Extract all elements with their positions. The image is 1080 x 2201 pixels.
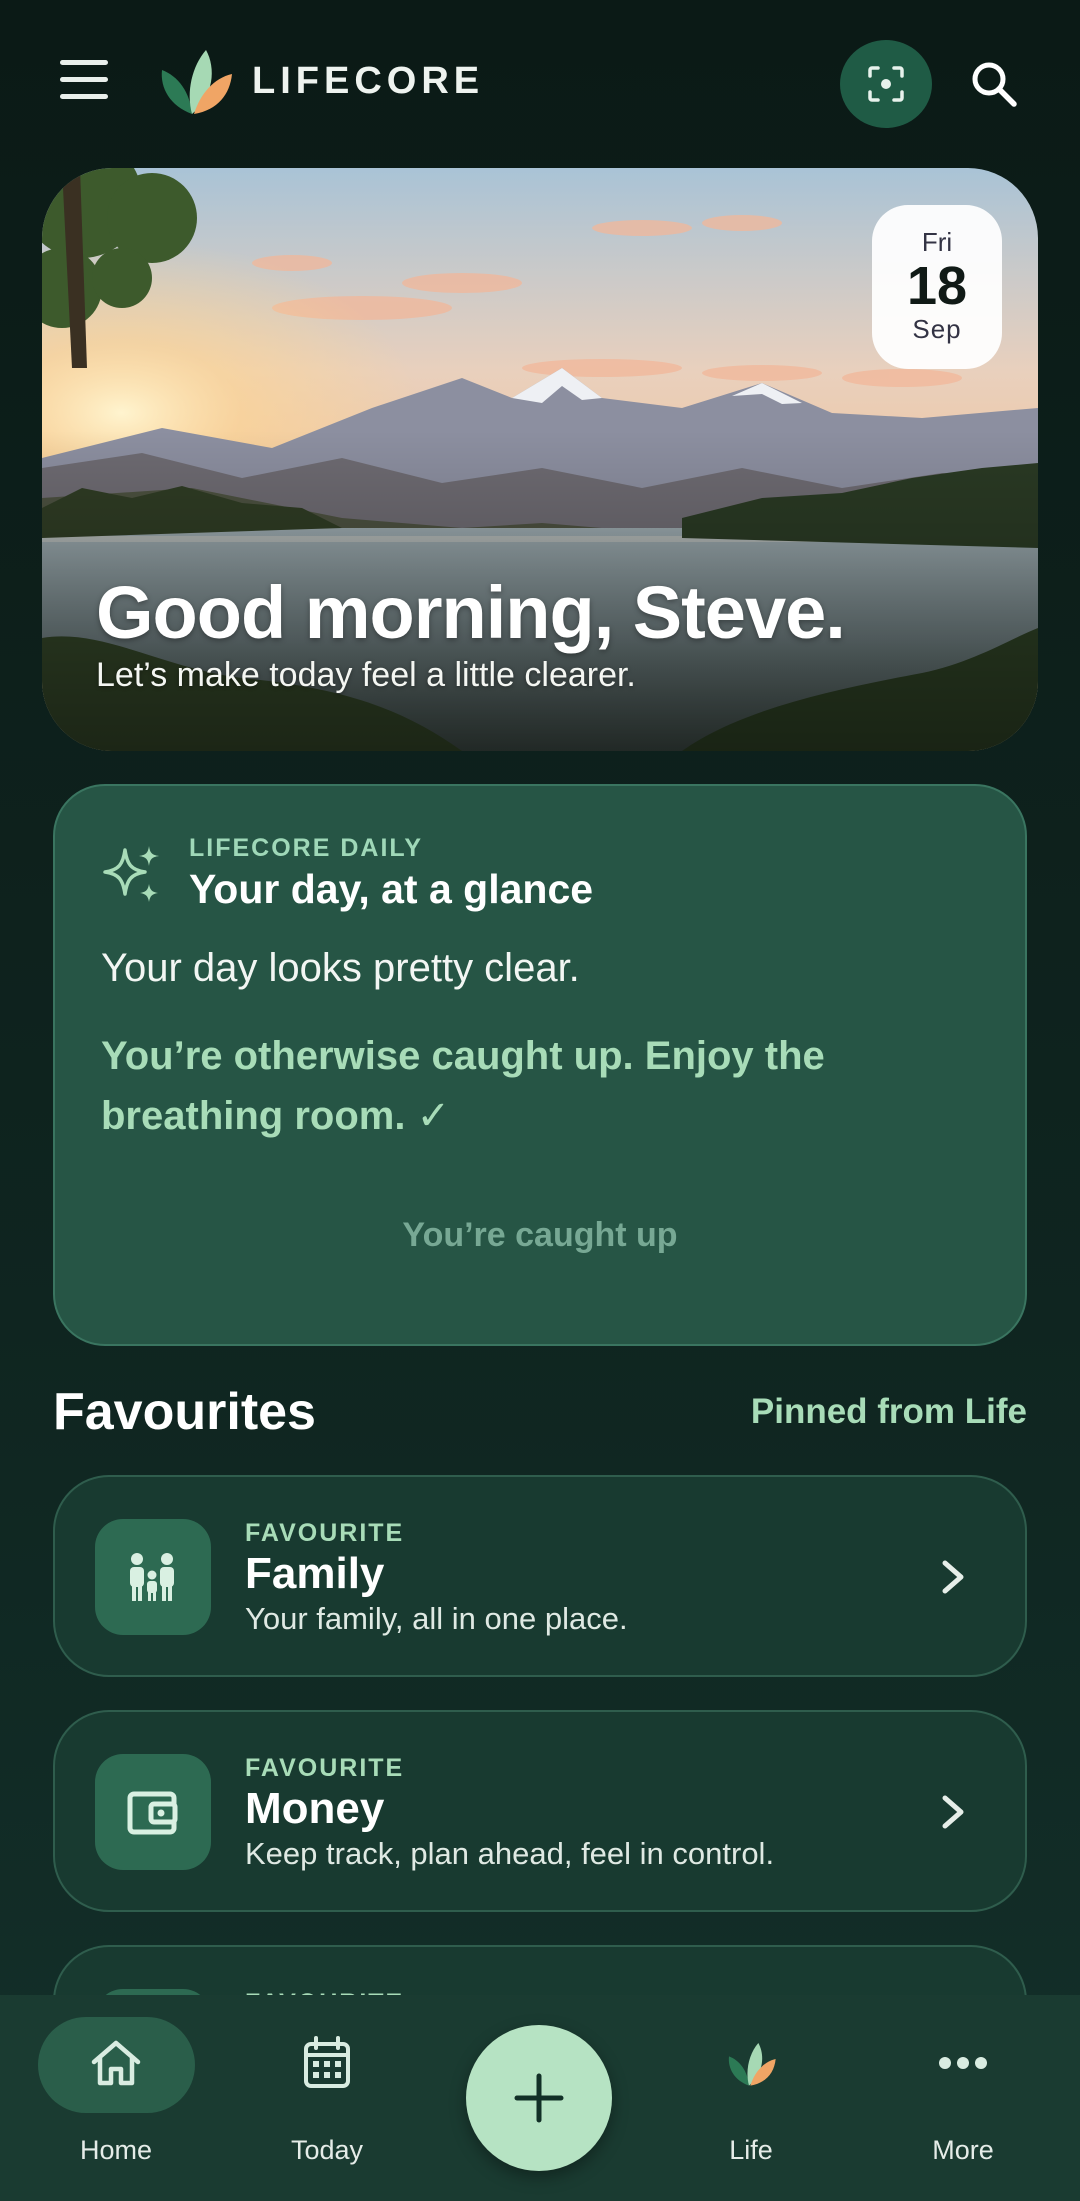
- calendar-icon: [297, 2033, 357, 2093]
- plus-icon: [514, 2073, 564, 2123]
- date-badge: Fri 18 Sep: [872, 205, 1002, 369]
- top-app-bar: LIFECORE: [0, 0, 1080, 168]
- home-icon: [86, 2033, 146, 2093]
- favourite-kicker: FAVOURITE: [245, 1754, 405, 1782]
- date-day: 18: [906, 256, 968, 316]
- nav-today[interactable]: Today: [222, 1995, 432, 2201]
- nav-today-label: Today: [290, 2135, 364, 2165]
- search-button[interactable]: [960, 50, 1028, 118]
- scan-icon: [868, 66, 904, 102]
- daily-title: Your day, at a glance: [189, 866, 594, 912]
- nav-home-label: Home: [79, 2135, 153, 2165]
- more-dots-icon: [933, 2033, 993, 2093]
- greeting-subtitle: Let’s make today feel a little clearer.: [96, 656, 636, 694]
- search-icon: [972, 62, 1017, 107]
- lifecore-logo-icon: [156, 44, 234, 116]
- favourite-kicker: FAVOURITE: [245, 1519, 405, 1547]
- nav-home[interactable]: Home: [11, 1995, 221, 2201]
- family-icon: [95, 1519, 211, 1635]
- favourite-description: Keep track, plan ahead, feel in control.: [245, 1836, 775, 1871]
- scan-button[interactable]: [840, 40, 932, 128]
- favourites-heading: Favourites: [53, 1383, 316, 1441]
- chevron-right-icon: [942, 1795, 964, 1829]
- brand-name: LIFECORE: [252, 60, 485, 102]
- pinned-from-life-link[interactable]: Pinned from Life: [751, 1392, 1027, 1432]
- nav-life-label: Life: [729, 2135, 773, 2165]
- leaf-logo-icon: [721, 2033, 781, 2093]
- date-month: Sep: [912, 314, 962, 344]
- favourite-description: Your family, all in one place.: [245, 1601, 628, 1636]
- favourite-card-family[interactable]: FAVOURITE Family Your family, all in one…: [53, 1475, 1027, 1677]
- wallet-icon: [95, 1754, 211, 1870]
- daily-kicker: LIFECORE DAILY: [189, 834, 424, 862]
- nav-more-label: More: [932, 2135, 994, 2165]
- daily-caughtup-text: You’re otherwise caught up. Enjoy the br…: [101, 1034, 825, 1138]
- nav-life[interactable]: Life: [646, 1995, 856, 2201]
- favourite-name: Money: [245, 1784, 385, 1833]
- date-day-of-week: Fri: [921, 227, 953, 257]
- daily-summary-card[interactable]: LIFECORE DAILY Your day, at a glance You…: [53, 784, 1027, 1346]
- favourite-name: Family: [245, 1549, 385, 1598]
- favourite-card-money[interactable]: FAVOURITE Money Keep track, plan ahead, …: [53, 1710, 1027, 1912]
- nav-more[interactable]: More: [858, 1995, 1068, 2201]
- add-button[interactable]: [466, 2025, 612, 2171]
- chevron-right-icon: [942, 1560, 964, 1594]
- hamburger-menu-button[interactable]: [52, 60, 118, 110]
- sparkles-icon: [103, 846, 159, 902]
- greeting-heading: Good morning, Steve.: [96, 571, 846, 654]
- caught-up-label: You’re caught up: [402, 1216, 678, 1254]
- hero-banner: Fri 18 Sep Good morning, Steve. Let’s ma…: [42, 168, 1038, 751]
- daily-status-text: Your day looks pretty clear.: [101, 946, 580, 990]
